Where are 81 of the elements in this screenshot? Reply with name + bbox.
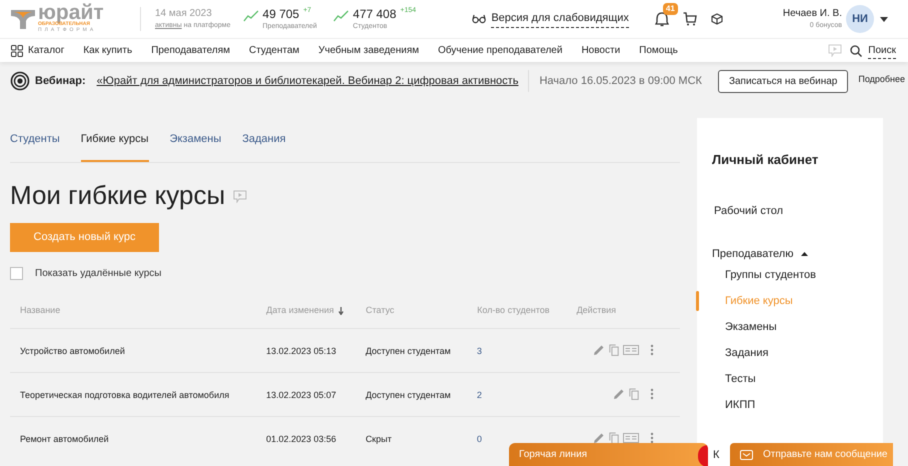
tab[interactable]: Гибкие курсы <box>80 131 149 162</box>
sidebar-item[interactable]: Задания <box>725 344 768 362</box>
status-cell: Скрыт <box>366 434 392 444</box>
pencil-icon[interactable] <box>613 388 626 400</box>
user-avatar[interactable]: НИ <box>846 5 874 33</box>
logo-icon <box>10 7 36 31</box>
logo-name: юрайт <box>38 5 104 21</box>
webinar-link[interactable]: «Юрайт для администраторов и библиотекарей. Вебинар 2: цифровая активность <box>96 72 518 90</box>
active-indicator <box>696 291 699 311</box>
cart-icon[interactable] <box>682 12 697 26</box>
webinar-label: Вебинар: <box>35 74 86 89</box>
grid-icon <box>11 44 23 56</box>
sidebar-item[interactable]: ИКПП <box>725 396 756 414</box>
video-chat-icon[interactable] <box>233 190 248 203</box>
checkbox-label[interactable]: Показать удалённые курсы <box>35 266 162 280</box>
more-icon[interactable] <box>650 388 654 400</box>
nav-link[interactable]: Обучение преподавателей <box>438 43 562 58</box>
trend-icon <box>332 10 349 22</box>
sidebar-section[interactable]: Преподавателю <box>712 246 794 262</box>
sidebar-link[interactable]: Рабочий стол <box>714 204 784 216</box>
collapse-caret-icon[interactable] <box>801 252 808 256</box>
more-icon[interactable] <box>650 344 654 356</box>
pencil-icon[interactable] <box>593 344 606 356</box>
more-link[interactable]: Подробнее <box>858 73 906 86</box>
webinar-start: Начало 16.05.2023 в 09:00 МСК <box>539 74 702 89</box>
sidebar-item[interactable]: Тесты <box>725 370 756 388</box>
broadcast-icon <box>10 71 30 91</box>
user-name: Нечаев И. В. <box>782 7 842 22</box>
date-cell: 01.02.2023 03:56 <box>266 434 336 444</box>
status-cell: Доступен студентам <box>366 346 451 356</box>
students-count[interactable]: 2 <box>476 390 482 400</box>
nav-link[interactable]: Помощь <box>639 43 678 58</box>
stat-value: 477 408 <box>352 6 396 22</box>
students-count[interactable]: 0 <box>476 434 482 444</box>
nav-link[interactable]: Студентам <box>249 43 300 58</box>
sidebar-item[interactable]: Экзамены <box>725 318 777 336</box>
copy-icon[interactable] <box>609 432 620 444</box>
search-link[interactable]: Поиск <box>868 42 896 58</box>
students-count[interactable]: 3 <box>476 346 482 356</box>
more-icon[interactable] <box>650 432 654 444</box>
card-icon[interactable] <box>623 345 640 355</box>
sidebar-title: Личный кабинет <box>712 151 820 169</box>
caret-icon[interactable] <box>880 16 888 22</box>
course-name[interactable]: Теоретическая подготовка водителей автомобиля <box>20 390 230 400</box>
accessibility-link[interactable]: Версия для слабовидящих <box>491 10 629 28</box>
nav-link[interactable]: Как купить <box>83 43 132 58</box>
trend-icon <box>242 10 259 22</box>
glasses-icon <box>472 14 486 24</box>
copy-icon[interactable] <box>609 344 620 356</box>
column-header: Статус <box>366 304 394 317</box>
status-cell: Доступен студентам <box>366 390 451 400</box>
course-name[interactable]: Устройство автомобилей <box>20 346 125 356</box>
column-header: Действия <box>576 304 616 317</box>
column-header: Название <box>20 304 60 317</box>
sort-arrow-icon[interactable] <box>338 306 344 314</box>
tab[interactable]: Задания <box>242 131 286 162</box>
page-title: Мои гибкие курсы <box>10 178 226 210</box>
date-text: 14 мая 2023 <box>155 7 213 22</box>
sidebar-item[interactable]: Группы студентов <box>725 266 816 284</box>
date-cell: 13.02.2023 05:13 <box>266 346 336 356</box>
sidebar-section[interactable]: К <box>713 449 720 461</box>
notification-badge: 41 <box>662 3 678 15</box>
register-button[interactable]: Записаться на вебинар <box>718 70 848 92</box>
course-name[interactable]: Ремонт автомобилей <box>20 434 109 444</box>
stat-value: 49 705 <box>262 6 300 22</box>
column-header: Кол-во студентов <box>477 304 550 317</box>
card-icon[interactable] <box>623 433 640 443</box>
tab[interactable]: Студенты <box>10 131 60 162</box>
video-chat-icon[interactable] <box>828 44 842 57</box>
nav-link[interactable]: Преподавателям <box>151 43 230 58</box>
checkbox[interactable] <box>10 266 23 280</box>
bell-icon[interactable] <box>654 11 669 27</box>
box-icon[interactable] <box>710 13 723 25</box>
search-icon[interactable] <box>850 44 862 56</box>
copy-icon[interactable] <box>629 388 640 400</box>
nav-link[interactable]: Каталог <box>28 43 64 58</box>
nav-link[interactable]: Новости <box>581 43 620 58</box>
tab[interactable]: Экзамены <box>170 131 222 162</box>
envelope-icon <box>740 450 753 460</box>
date-cell: 13.02.2023 05:07 <box>266 390 336 400</box>
nav-link[interactable]: Учебным заведениям <box>318 43 420 58</box>
